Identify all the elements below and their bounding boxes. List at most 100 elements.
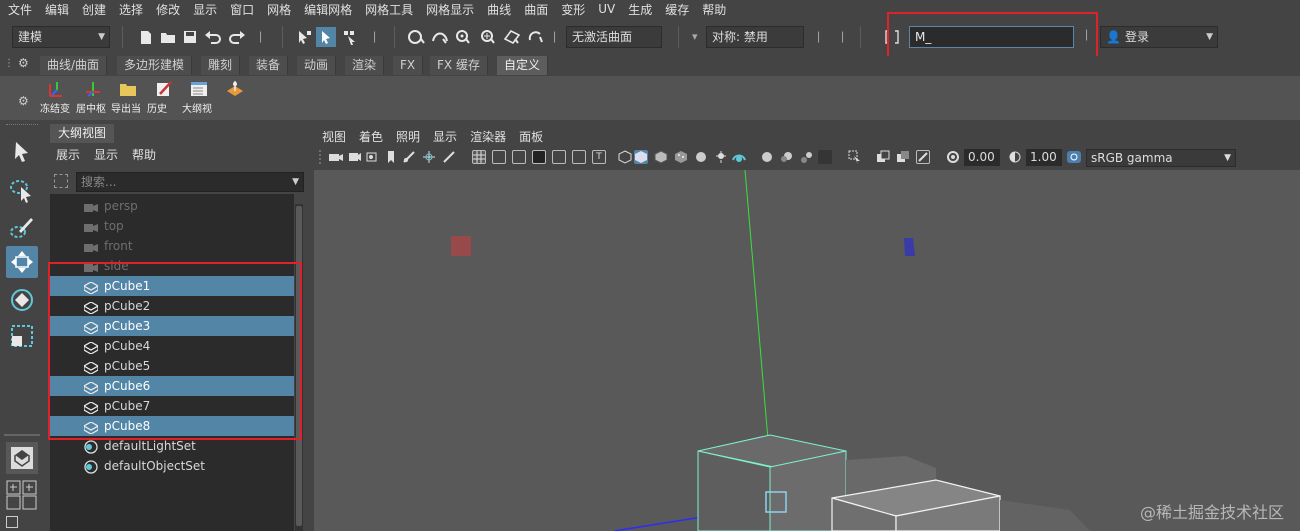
shelf-tab-custom[interactable]: 自定义 — [497, 56, 549, 75]
textured-icon[interactable] — [674, 150, 688, 164]
menu-item[interactable]: 变形 — [561, 1, 585, 18]
gamma-icon[interactable] — [1008, 150, 1022, 164]
menu-item[interactable]: 编辑 — [45, 1, 69, 18]
viewport-menu-item[interactable]: 面板 — [519, 128, 543, 145]
xray-joints-icon[interactable] — [896, 150, 910, 164]
safe-action-icon[interactable] — [572, 150, 586, 164]
use-all-lights-icon[interactable] — [694, 150, 708, 164]
color-management-icon[interactable] — [1066, 150, 1081, 164]
shelf-drag-handle-icon[interactable]: ⋮ — [4, 58, 16, 74]
outliner-item-defaultObjectSet[interactable]: defaultObjectSet — [50, 456, 294, 476]
film-gate-icon[interactable] — [492, 150, 506, 164]
gear-icon[interactable]: ⚙ — [18, 94, 29, 108]
outliner-item-top[interactable]: top — [50, 216, 294, 236]
snap-grid-icon[interactable] — [406, 27, 426, 47]
depth-of-field-icon[interactable] — [800, 150, 814, 164]
select-tool-icon[interactable] — [6, 136, 38, 168]
outliner-menu-item[interactable]: 帮助 — [132, 146, 156, 163]
gate-mask-icon[interactable] — [532, 150, 546, 164]
outliner-item-persp[interactable]: persp — [50, 196, 294, 216]
camera-select-icon[interactable] — [328, 150, 343, 164]
shelf-tab[interactable]: 多边形建模 — [117, 56, 193, 75]
shelf-tab[interactable]: 雕刻 — [201, 56, 241, 75]
menu-item[interactable]: 网格 — [267, 1, 291, 18]
open-scene-icon[interactable] — [158, 27, 178, 47]
isolate-select-icon[interactable] — [848, 150, 862, 164]
2d-pan-zoom-icon[interactable] — [402, 150, 416, 164]
xray-components-icon[interactable] — [916, 150, 930, 164]
camera-attributes-icon[interactable] — [348, 150, 362, 164]
layout-option-icon[interactable] — [6, 516, 18, 528]
grid-toggle-icon[interactable] — [472, 150, 486, 164]
collapse-handle[interactable]: ❘ — [1082, 28, 1091, 41]
collapse-handle[interactable]: ❘ — [838, 30, 847, 43]
outliner-item-defaultLightSet[interactable]: defaultLightSet — [50, 436, 294, 456]
snap-projected-center-icon[interactable] — [478, 27, 498, 47]
collapse-handle[interactable]: ❘ — [814, 30, 823, 43]
chevron-down-icon[interactable]: ▾ — [692, 30, 698, 43]
outliner-menu-item[interactable]: 显示 — [94, 146, 118, 163]
shelf-button-custom[interactable] — [218, 80, 252, 116]
select-object-icon[interactable] — [316, 27, 336, 47]
shelf-tab[interactable]: FX — [393, 56, 424, 75]
wireframe-icon[interactable] — [618, 150, 632, 164]
menu-item[interactable]: 文件 — [8, 1, 32, 18]
select-component-icon[interactable] — [340, 27, 360, 47]
shelf-tab[interactable]: 动画 — [297, 56, 337, 75]
field-chart-icon[interactable] — [552, 150, 566, 164]
scrollbar-thumb[interactable] — [296, 206, 302, 526]
rotate-tool-icon[interactable] — [6, 284, 38, 316]
four-view-layout-icon[interactable] — [6, 480, 38, 510]
safe-title-icon[interactable]: T — [592, 150, 606, 164]
menu-item[interactable]: 网格工具 — [365, 1, 413, 18]
resolution-gate-icon[interactable] — [512, 150, 526, 164]
shelf-tab[interactable]: FX 缓存 — [430, 56, 488, 75]
smooth-shade-icon[interactable] — [634, 150, 648, 164]
menu-item[interactable]: 修改 — [156, 1, 180, 18]
move-tool-icon[interactable] — [6, 246, 38, 278]
outliner-item-pCube1[interactable]: pCube1 — [50, 276, 294, 296]
login-dropdown[interactable]: 👤 登录 ▼ — [1100, 26, 1218, 48]
menu-item[interactable]: 网格显示 — [426, 1, 474, 18]
snap-live-icon[interactable] — [526, 27, 546, 47]
outliner-item-side[interactable]: side — [50, 256, 294, 276]
outliner-item-front[interactable]: front — [50, 236, 294, 256]
shelf-tab[interactable]: 装备 — [249, 56, 289, 75]
menu-item[interactable]: 显示 — [193, 1, 217, 18]
symmetry-dropdown[interactable]: 对称: 禁用 — [706, 26, 804, 48]
mode-dropdown[interactable]: 建模 ▼ — [12, 26, 110, 48]
redo-icon[interactable] — [227, 27, 247, 47]
viewport-menu-item[interactable]: 视图 — [322, 128, 346, 145]
outliner-item-pCube2[interactable]: pCube2 — [50, 296, 294, 316]
scale-tool-icon[interactable] — [6, 320, 38, 352]
outliner-item-pCube7[interactable]: pCube7 — [50, 396, 294, 416]
outliner-tab[interactable]: 大纲视图 — [50, 124, 115, 143]
exposure-field[interactable]: 0.00 — [964, 149, 1000, 166]
single-perspective-layout-icon[interactable] — [6, 442, 38, 474]
outliner-item-pCube8[interactable]: pCube8 — [50, 416, 294, 436]
menu-item[interactable]: 缓存 — [665, 1, 689, 18]
viewport-menu-item[interactable]: 着色 — [359, 128, 383, 145]
menu-item[interactable]: 曲面 — [524, 1, 548, 18]
gamma-field[interactable]: 1.00 — [1026, 149, 1062, 166]
save-scene-icon[interactable] — [180, 27, 200, 47]
snap-curve-icon[interactable] — [430, 27, 450, 47]
new-scene-icon[interactable] — [136, 27, 156, 47]
command-input[interactable]: M_ — [909, 26, 1074, 48]
motion-blur-icon[interactable] — [760, 150, 774, 164]
lasso-tool-icon[interactable] — [6, 174, 38, 206]
viewport-menu-item[interactable]: 照明 — [396, 128, 420, 145]
color-space-dropdown[interactable]: sRGB gamma ▼ — [1086, 149, 1236, 167]
menu-item[interactable]: 选择 — [119, 1, 143, 18]
viewport-menu-item[interactable]: 显示 — [433, 128, 457, 145]
outliner-menu-item[interactable]: 展示 — [56, 146, 80, 163]
menu-item[interactable]: UV — [598, 2, 615, 16]
outliner-item-pCube4[interactable]: pCube4 — [50, 336, 294, 356]
collapse-handle[interactable]: ❘ — [370, 30, 379, 43]
viewport-menu-item[interactable]: 渲染器 — [470, 128, 506, 145]
outliner-item-pCube3[interactable]: pCube3 — [50, 316, 294, 336]
paint-select-tool-icon[interactable] — [6, 212, 38, 244]
collapse-handle[interactable]: ❘ — [550, 30, 559, 43]
shelf-button-freeze-transforms[interactable]: 冻结变 — [40, 80, 74, 116]
multisample-aa-icon[interactable] — [780, 150, 794, 164]
